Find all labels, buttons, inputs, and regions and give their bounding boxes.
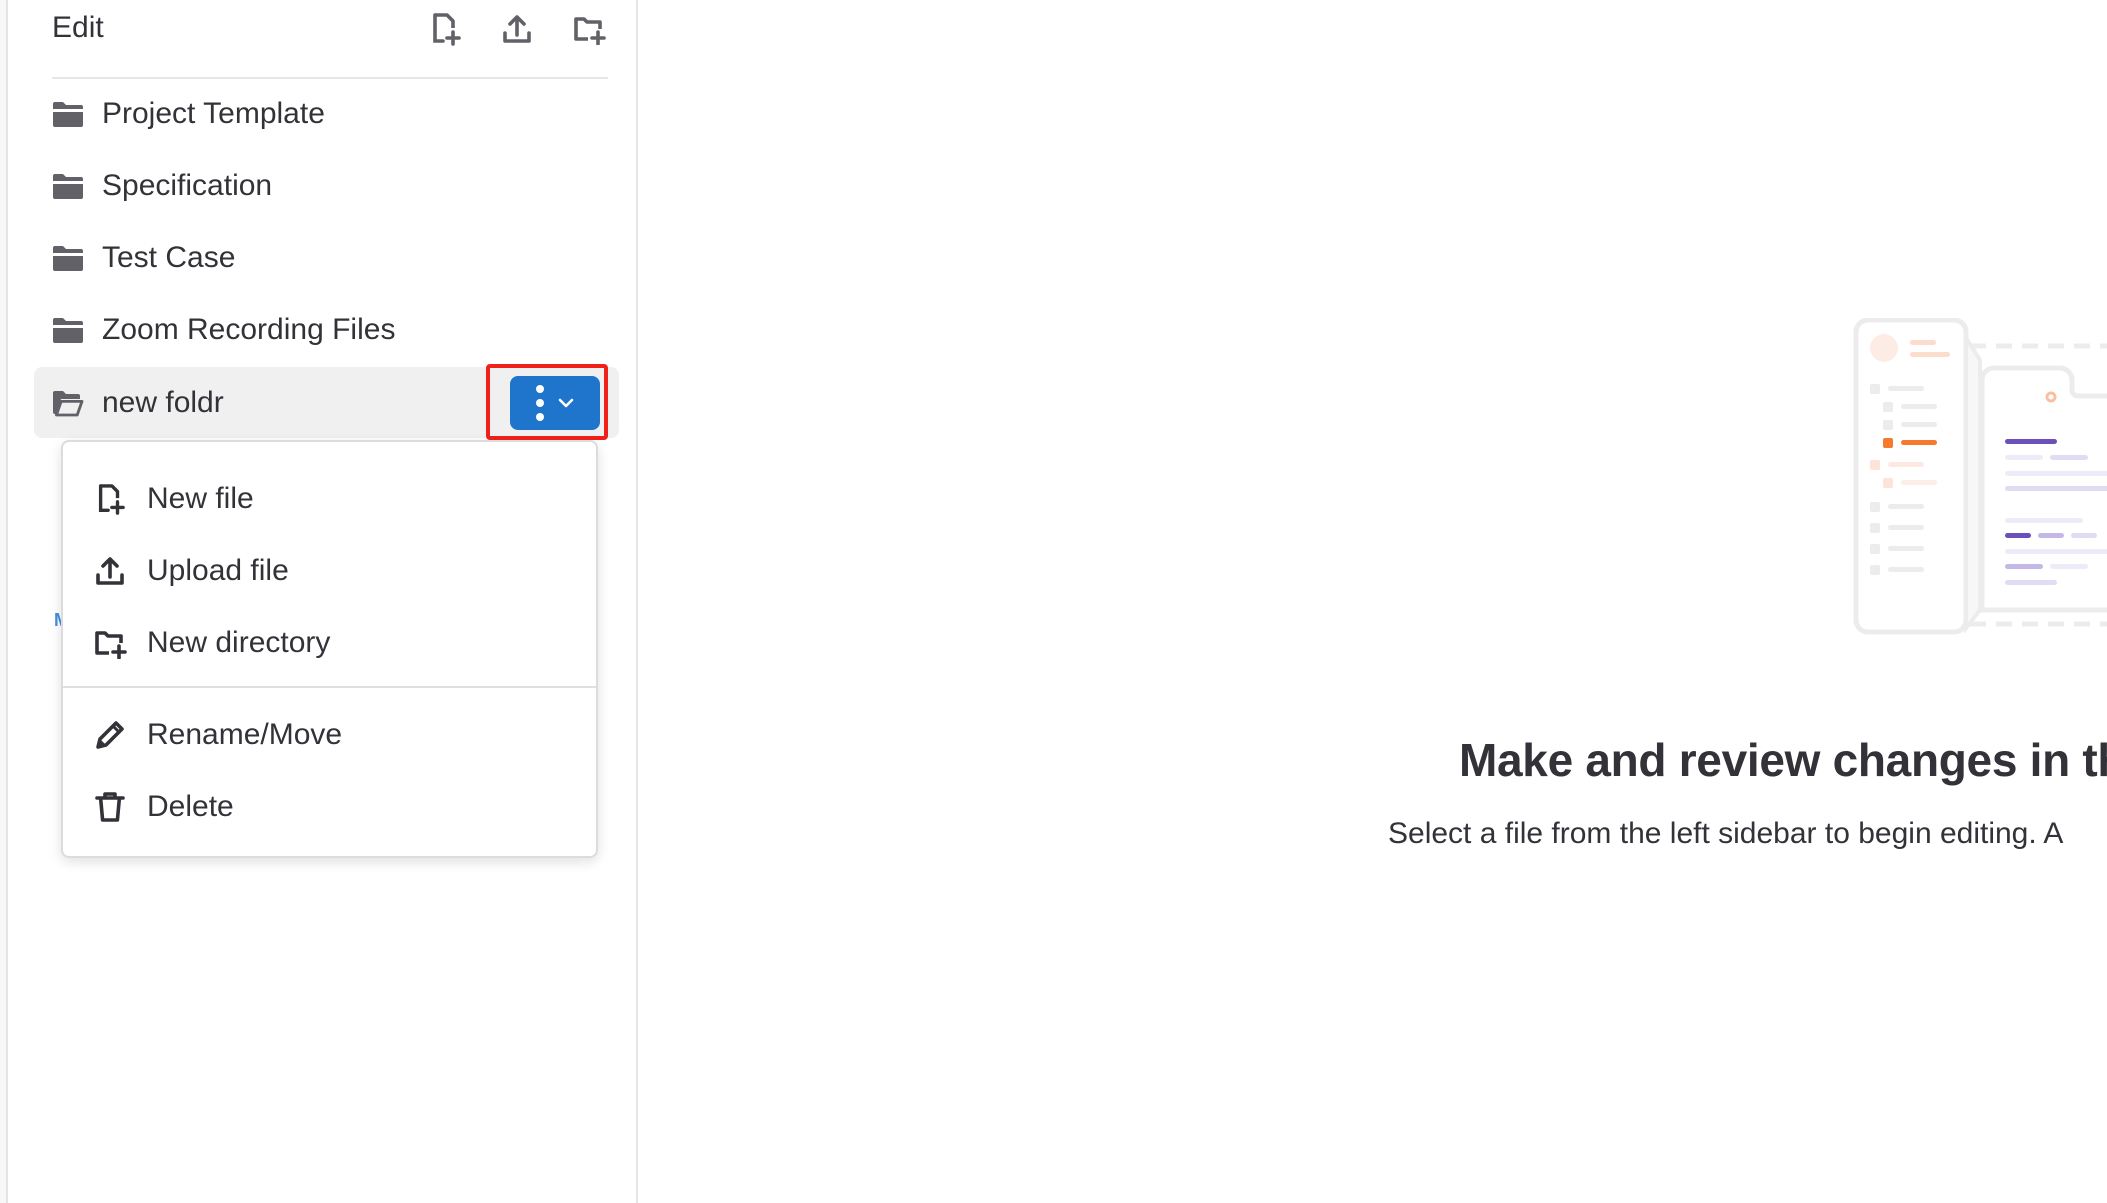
empty-state-title: Make and review changes in th	[1459, 734, 2107, 786]
new-directory-button[interactable]	[570, 10, 608, 48]
menu-item-new-directory[interactable]: New directory	[63, 613, 596, 673]
folder-icon	[53, 102, 83, 127]
folder-plus-icon	[574, 17, 606, 45]
menu-item-new-file[interactable]: New file	[63, 469, 596, 529]
tree-item-folder[interactable]: Test Case	[34, 222, 619, 293]
upload-file-button[interactable]	[498, 10, 536, 48]
chevron-down-icon	[558, 398, 574, 408]
menu-item-delete[interactable]: Delete	[63, 777, 596, 837]
left-edge-strip	[0, 0, 8, 1203]
folder-icon	[53, 174, 83, 199]
file-plus-icon	[93, 482, 127, 516]
file-plus-icon	[433, 13, 461, 46]
menu-item-label: New directory	[147, 626, 331, 659]
upload-icon	[503, 15, 531, 43]
tree-item-folder[interactable]: Specification	[34, 150, 619, 221]
tree-item-label: Zoom Recording Files	[102, 312, 396, 346]
menu-item-rename-move[interactable]: Rename/Move	[63, 705, 596, 765]
tree-item-label: new foldr	[102, 385, 224, 419]
tree-item-label: Specification	[102, 168, 273, 202]
menu-divider	[63, 686, 596, 688]
upload-icon	[93, 554, 127, 588]
folder-context-menu: New file Upload file New directory Renam…	[61, 440, 598, 858]
folder-icon	[53, 246, 83, 271]
trash-icon	[93, 790, 127, 824]
folder-open-icon	[53, 391, 84, 417]
folder-actions-dropdown-button[interactable]	[510, 376, 600, 430]
tree-item-label: Test Case	[102, 240, 236, 274]
ellipsis-v-icon	[536, 385, 544, 421]
empty-state-description: Select a file from the left sidebar to b…	[1388, 817, 2064, 850]
pencil-icon	[93, 718, 127, 752]
empty-state-illustration	[1853, 318, 2107, 635]
menu-item-label: Rename/Move	[147, 718, 343, 751]
folder-icon	[53, 318, 83, 343]
new-file-button[interactable]	[426, 10, 464, 48]
tree-item-label: Project Template	[102, 96, 325, 130]
folder-plus-icon	[93, 626, 127, 660]
menu-item-upload-file[interactable]: Upload file	[63, 541, 596, 601]
menu-item-label: Upload file	[147, 554, 289, 587]
tree-item-folder[interactable]: Project Template	[34, 78, 619, 149]
sidebar-title: Edit	[52, 11, 104, 44]
menu-item-label: New file	[147, 482, 254, 515]
tree-item-folder[interactable]: Zoom Recording Files	[34, 294, 619, 365]
menu-item-label: Delete	[147, 790, 234, 823]
